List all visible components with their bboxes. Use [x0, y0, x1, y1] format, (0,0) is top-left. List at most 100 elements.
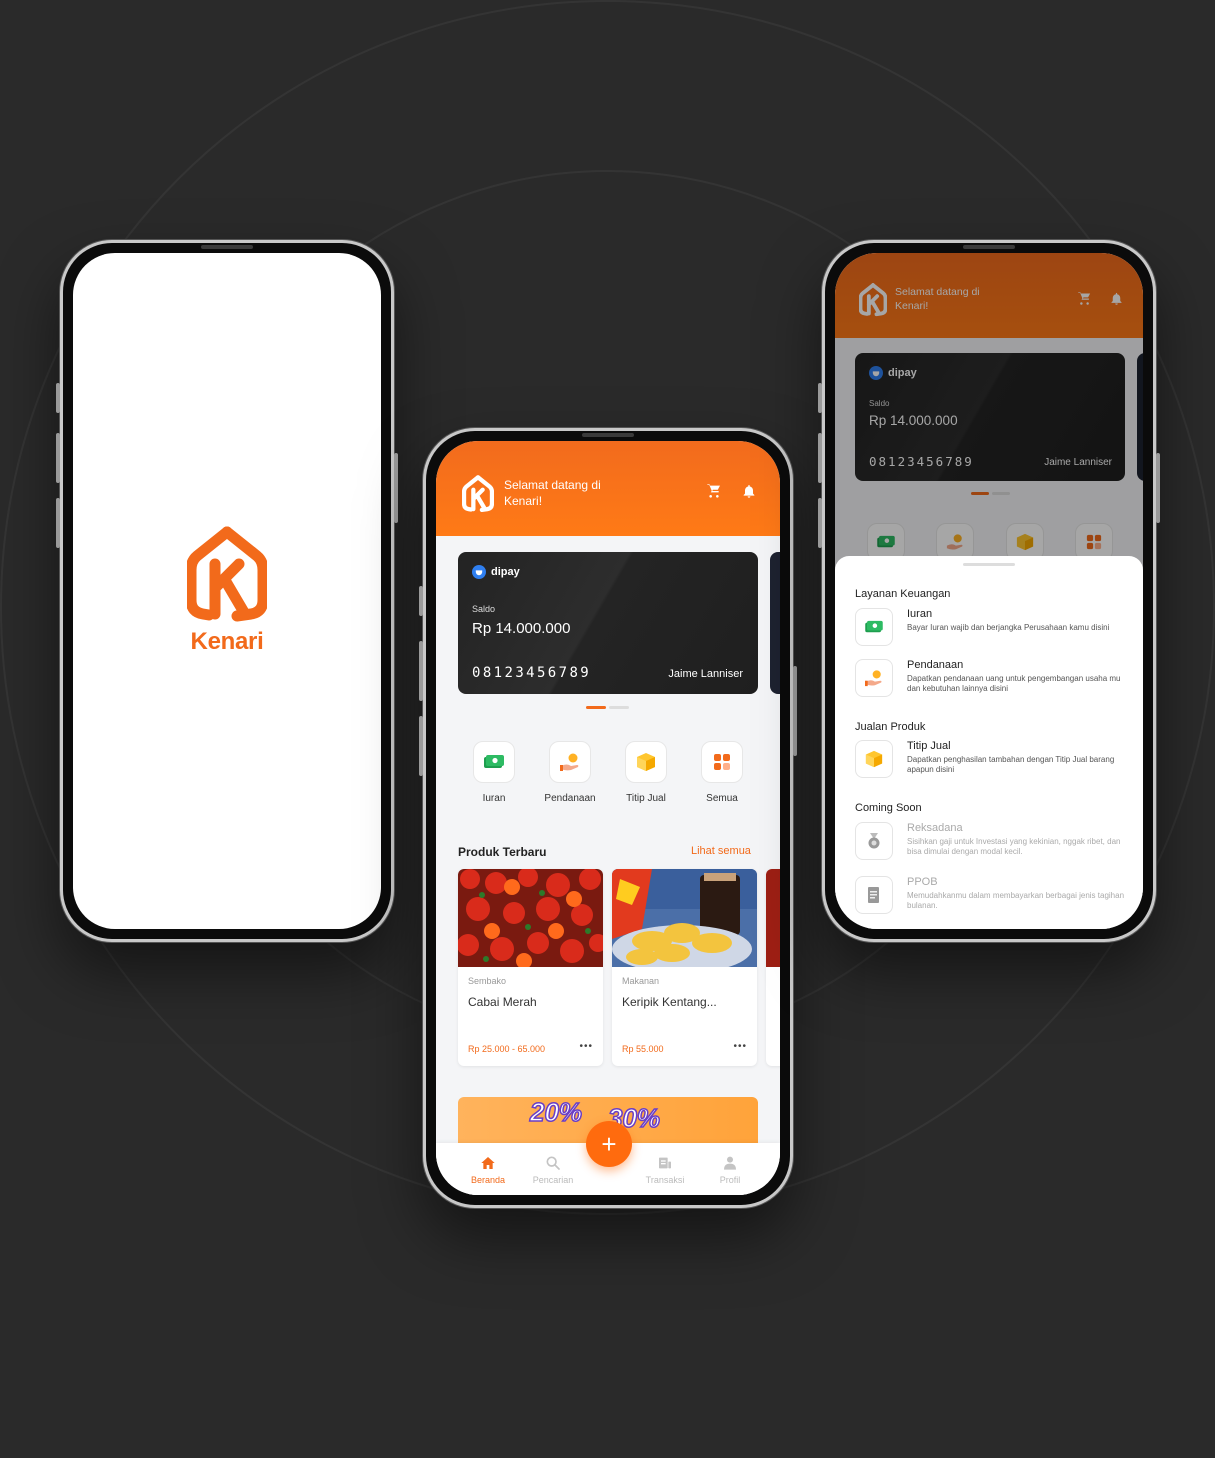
funding-icon — [855, 659, 893, 697]
product-name: Cabai Merah — [468, 995, 537, 1009]
nav-profil[interactable]: Profil — [700, 1155, 760, 1185]
service-desc: Bayar Iuran wajib dan berjangka Perusaha… — [907, 623, 1110, 632]
card-pager — [586, 706, 629, 709]
phone-side-button — [56, 498, 60, 548]
phone-speaker — [201, 245, 253, 249]
phone-side-button — [1156, 453, 1160, 523]
phone-side-button — [419, 716, 423, 776]
bottom-nav: Beranda Pencarian + Transaksi Profil — [436, 1121, 780, 1195]
search-icon — [546, 1156, 560, 1170]
saldo-label: Saldo — [472, 604, 496, 614]
product-category: Makanan — [622, 976, 660, 986]
phone-side-button — [56, 433, 60, 483]
next-card-peek[interactable] — [770, 552, 780, 694]
phone-side-button — [419, 641, 423, 701]
pager-dot-active — [586, 706, 606, 709]
phone-side-button — [818, 383, 822, 413]
service-desc: Memudahkanmu dalam membayarkan berbagai … — [907, 891, 1125, 910]
service-desc: Dapatkan pendanaan uang untuk pengembang… — [907, 674, 1121, 693]
box-icon — [625, 741, 667, 783]
menu-label: Semua — [706, 793, 738, 804]
kenari-logo-icon — [187, 526, 267, 622]
nav-label: Profil — [719, 1175, 741, 1185]
nav-label: Beranda — [470, 1175, 506, 1185]
services-bottom-sheet: Layanan Keuangan Iuran Bayar Iuran wajib… — [835, 556, 1143, 929]
product-name: Keripik Kentang... — [622, 995, 717, 1009]
bell-icon[interactable] — [741, 483, 757, 499]
service-desc: Dapatkan penghasilan tambahan dengan Tit… — [907, 755, 1115, 774]
product-card[interactable]: Sembako Cabai Merah Rp 25.000 - 65.000 •… — [458, 869, 603, 1066]
bill-icon — [855, 876, 893, 914]
welcome-text: Selamat datang di Kenari! — [504, 478, 601, 508]
nav-label: Transaksi — [645, 1175, 685, 1185]
money-icon — [473, 741, 515, 783]
dipay-icon — [472, 565, 486, 579]
services-screen: Selamat datang di Kenari! dipay Saldo Rp… — [835, 253, 1143, 929]
product-card[interactable]: Makanan Keripik Kentang... Rp 55.000 ••• — [612, 869, 757, 1066]
service-item-titip-jual[interactable]: Titip Jual Dapatkan penghasilan tambahan… — [855, 740, 1130, 780]
grid-icon — [701, 741, 743, 783]
sheet-grab-handle[interactable] — [963, 563, 1015, 566]
service-title: Titip Jual — [907, 740, 951, 752]
app-header: Selamat datang di Kenari! — [436, 441, 780, 536]
phone-side-button — [818, 433, 822, 483]
promo-discount-20: 20% — [529, 1097, 583, 1128]
product-price: Rp 25.000 - 65.000 — [468, 1044, 546, 1054]
more-options-icon[interactable]: ••• — [733, 1041, 747, 1052]
wallet-provider: dipay — [491, 566, 520, 578]
medal-icon — [855, 822, 893, 860]
menu-item-pendanaan[interactable]: Pendanaan — [534, 741, 606, 804]
phone-splash: Kenari — [56, 240, 398, 942]
phone-side-button — [818, 498, 822, 548]
home-screen: Selamat datang di Kenari! dipay Saldo Rp… — [436, 441, 780, 1195]
product-category: Sembako — [468, 976, 507, 986]
more-options-icon[interactable]: ••• — [579, 1041, 593, 1052]
add-button[interactable]: + — [586, 1121, 632, 1167]
home-content[interactable]: dipay Saldo Rp 14.000.000 08123456789 Ja… — [436, 536, 780, 1195]
service-item-pendanaan[interactable]: Pendanaan Dapatkan pendanaan uang untuk … — [855, 659, 1130, 699]
nav-transaksi[interactable]: Transaksi — [635, 1155, 695, 1185]
service-title: PPOB — [907, 876, 938, 888]
card-number: 08123456789 — [472, 665, 592, 681]
user-icon — [724, 1156, 736, 1170]
phone-side-button — [56, 383, 60, 413]
service-item-reksadana: Reksadana Sisihkan gaji untuk Investasi … — [855, 822, 1130, 862]
wallet-card[interactable]: dipay Saldo Rp 14.000.000 08123456789 Ja… — [458, 552, 758, 694]
product-price: Rp 55.000 — [622, 1044, 664, 1054]
phone-home: Selamat datang di Kenari! dipay Saldo Rp… — [419, 428, 797, 1208]
product-card-peek[interactable] — [766, 869, 780, 1066]
quick-menu: Iuran Pendanaan Titip Jual Semua — [458, 741, 758, 804]
phone-side-button — [394, 453, 398, 523]
menu-item-iuran[interactable]: Iuran — [458, 741, 530, 804]
service-title: Iuran — [907, 608, 933, 620]
pager-dot — [609, 706, 629, 709]
nav-label: Pencarian — [532, 1175, 574, 1185]
service-desc: Sisihkan gaji untuk Investasi yang kekin… — [907, 837, 1121, 856]
menu-item-semua[interactable]: Semua — [686, 741, 758, 804]
menu-label: Pendanaan — [544, 793, 596, 804]
funding-icon — [549, 741, 591, 783]
menu-item-titip-jual[interactable]: Titip Jual — [610, 741, 682, 804]
phone-speaker — [963, 245, 1015, 249]
see-all-link[interactable]: Lihat semua — [691, 845, 751, 857]
section-title: Layanan Keuangan — [855, 588, 951, 600]
receipt-icon — [659, 1157, 671, 1169]
saldo-value: Rp 14.000.000 — [472, 620, 571, 637]
products-title: Produk Terbaru — [458, 845, 547, 859]
product-image-chips — [612, 869, 757, 967]
cart-icon[interactable] — [706, 483, 722, 499]
nav-beranda[interactable]: Beranda — [458, 1155, 518, 1185]
nav-pencarian[interactable]: Pencarian — [523, 1155, 583, 1185]
product-image-chili — [458, 869, 603, 967]
phone-side-button — [793, 666, 797, 756]
app-name: Kenari — [190, 628, 264, 655]
kenari-logo-icon — [462, 475, 494, 513]
box-icon — [855, 740, 893, 778]
section-title: Jualan Produk — [855, 721, 926, 733]
menu-label: Titip Jual — [626, 793, 666, 804]
service-item-iuran[interactable]: Iuran Bayar Iuran wajib dan berjangka Pe… — [855, 608, 1130, 648]
home-icon — [481, 1157, 495, 1169]
section-title: Coming Soon — [855, 802, 922, 814]
menu-label: Iuran — [482, 793, 506, 804]
phone-services: Selamat datang di Kenari! dipay Saldo Rp… — [818, 240, 1160, 942]
